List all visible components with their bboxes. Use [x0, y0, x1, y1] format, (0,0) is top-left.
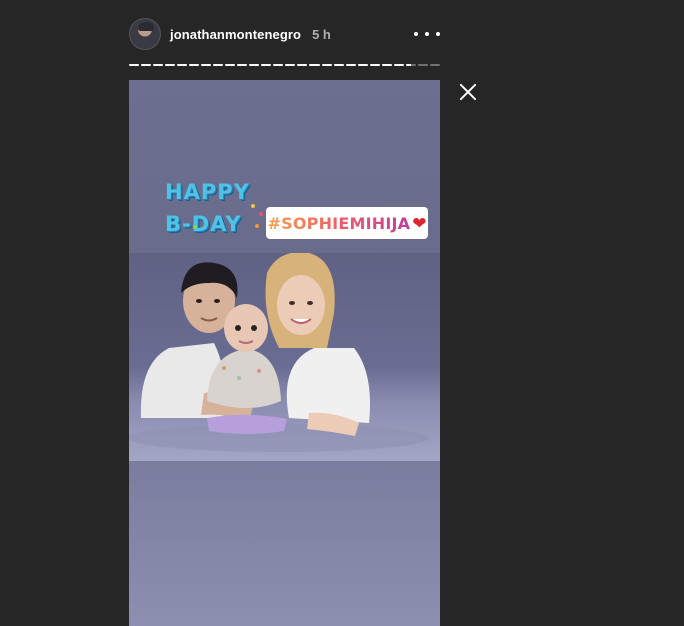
progress-segment-fill: [177, 64, 188, 66]
progress-segment-fill: [141, 64, 152, 66]
more-horizontal-icon: [414, 32, 418, 36]
family-photo: [129, 253, 440, 461]
mother-figure: [265, 253, 370, 436]
progress-segment-fill: [153, 64, 164, 66]
more-options-button[interactable]: [414, 23, 440, 45]
progress-segment: [165, 64, 176, 66]
progress-segment: [333, 64, 344, 66]
progress-segment-fill: [333, 64, 344, 66]
progress-segment: [381, 64, 392, 66]
progress-segment: [213, 64, 224, 66]
more-horizontal-icon: [436, 32, 440, 36]
hashtag-sticker[interactable]: #SOPHIEMIHIJA ❤: [266, 207, 428, 239]
progress-segment: [429, 64, 440, 66]
avatar[interactable]: [129, 18, 161, 50]
confetti-dot: [255, 224, 259, 228]
progress-segment: [309, 64, 320, 66]
story-timestamp: 5 h: [312, 26, 331, 42]
progress-segment: [177, 64, 188, 66]
progress-segment-fill: [309, 64, 320, 66]
progress-segment: [393, 64, 404, 66]
confetti-dot: [193, 225, 197, 229]
bday-sticker-line1: HAPPY: [165, 180, 250, 204]
progress-segment: [225, 64, 236, 66]
progress-segment-fill: [393, 64, 404, 66]
progress-segment: [189, 64, 200, 66]
progress-segment: [285, 64, 296, 66]
happy-bday-sticker: HAPPY B-DAY: [163, 180, 263, 242]
story-header: jonathanmontenegro 5 h: [129, 17, 440, 51]
progress-segment-fill: [201, 64, 212, 66]
progress-segment-fill: [273, 64, 284, 66]
username-link[interactable]: jonathanmontenegro: [170, 27, 301, 42]
hashtag-text: #SOPHIEMIHIJA: [267, 213, 411, 233]
story-progress-bar: [129, 64, 440, 66]
progress-segment-fill: [297, 64, 308, 66]
progress-segment-fill: [165, 64, 176, 66]
progress-segment-fill: [261, 64, 272, 66]
close-button[interactable]: [458, 82, 478, 102]
progress-segment: [297, 64, 308, 66]
heart-icon: ❤: [412, 213, 427, 233]
progress-segment-fill: [369, 64, 380, 66]
family-photo-illustration: [129, 253, 429, 452]
progress-segment: [237, 64, 248, 66]
progress-segment: [249, 64, 260, 66]
progress-segment-fill: [285, 64, 296, 66]
more-horizontal-icon: [425, 32, 429, 36]
progress-segment-fill: [357, 64, 368, 66]
progress-segment-fill: [129, 64, 140, 66]
progress-segment: [201, 64, 212, 66]
bday-sticker-line2: B-DAY: [165, 212, 242, 236]
progress-segment: [261, 64, 272, 66]
progress-segment: [153, 64, 164, 66]
progress-segment-fill: [405, 64, 411, 66]
progress-segment: [129, 64, 140, 66]
confetti-dot: [251, 204, 255, 208]
progress-segment: [417, 64, 428, 66]
progress-segment-fill: [381, 64, 392, 66]
progress-segment-fill: [321, 64, 332, 66]
progress-segment: [273, 64, 284, 66]
progress-segment-fill: [189, 64, 200, 66]
story-viewer: jonathanmontenegro 5 h HAPPY B-DAY #SOPH…: [0, 0, 684, 626]
progress-segment-fill: [345, 64, 356, 66]
progress-segment: [369, 64, 380, 66]
progress-segment: [405, 64, 416, 66]
progress-segment: [345, 64, 356, 66]
story-media[interactable]: HAPPY B-DAY #SOPHIEMIHIJA ❤: [129, 80, 440, 626]
progress-segment: [321, 64, 332, 66]
progress-segment: [357, 64, 368, 66]
confetti-dot: [259, 212, 263, 216]
progress-segment: [141, 64, 152, 66]
progress-segment-fill: [237, 64, 248, 66]
progress-segment-fill: [225, 64, 236, 66]
progress-segment-fill: [213, 64, 224, 66]
progress-segment-fill: [249, 64, 260, 66]
